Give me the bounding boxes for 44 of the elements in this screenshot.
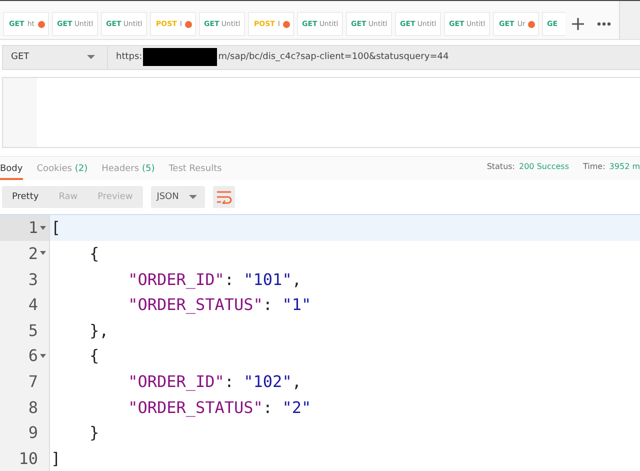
fold-caret-icon[interactable] [40, 251, 46, 256]
code-line: { [88, 244, 100, 263]
line-number: 5 [28, 320, 38, 340]
line-number: 10 [18, 448, 38, 468]
code-line: }, [88, 320, 109, 340]
status-value: 200 Success [519, 162, 570, 172]
code-line: } [88, 423, 100, 442]
response-tab[interactable]: Test Results [168, 157, 222, 180]
format-dropdown[interactable]: JSON [150, 186, 205, 208]
fold-caret-icon[interactable] [40, 226, 46, 230]
view-mode-button[interactable]: Pretty [2, 186, 49, 208]
time-label: Time: [583, 162, 606, 172]
fold-caret-icon[interactable] [40, 354, 46, 358]
code-line: { [88, 346, 100, 366]
line-number: 4 [28, 295, 38, 314]
line-number: 2 [28, 244, 38, 263]
code-line: [ [50, 218, 61, 238]
unsaved-dot [184, 20, 192, 28]
line-number: 7 [28, 372, 38, 391]
line-number: 3 [28, 270, 38, 289]
response-tab[interactable]: Headers (5) [102, 157, 155, 180]
code-line: "ORDER_STATUS": "1" [127, 295, 312, 314]
wrap-lines-icon [216, 190, 232, 204]
line-number: 1 [28, 218, 38, 238]
view-mode-button[interactable]: Raw [48, 186, 88, 208]
response-tab[interactable]: Cookies (2) [36, 157, 88, 180]
status-label: Status: [486, 162, 515, 172]
line-number: 8 [28, 398, 38, 416]
wrap-button[interactable] [212, 186, 235, 208]
code-line: "ORDER_ID": "102", [127, 372, 302, 391]
unsaved-dot [38, 20, 44, 28]
code-line: "ORDER_ID": "101", [127, 270, 302, 289]
view-mode-button[interactable]: Preview [88, 186, 143, 208]
plus-icon [572, 18, 584, 30]
time-value: 3952 m [609, 162, 640, 172]
line-number: 6 [28, 346, 38, 366]
caret-icon [188, 195, 197, 200]
unsaved-dot [282, 20, 290, 28]
code-line: "ORDER_STATUS": "2" [127, 398, 312, 416]
code-line: ] [50, 448, 61, 468]
response-tab[interactable]: Body [0, 157, 23, 180]
line-number: 9 [28, 423, 38, 442]
unsaved-dot [528, 20, 536, 28]
more-icon [597, 22, 611, 26]
